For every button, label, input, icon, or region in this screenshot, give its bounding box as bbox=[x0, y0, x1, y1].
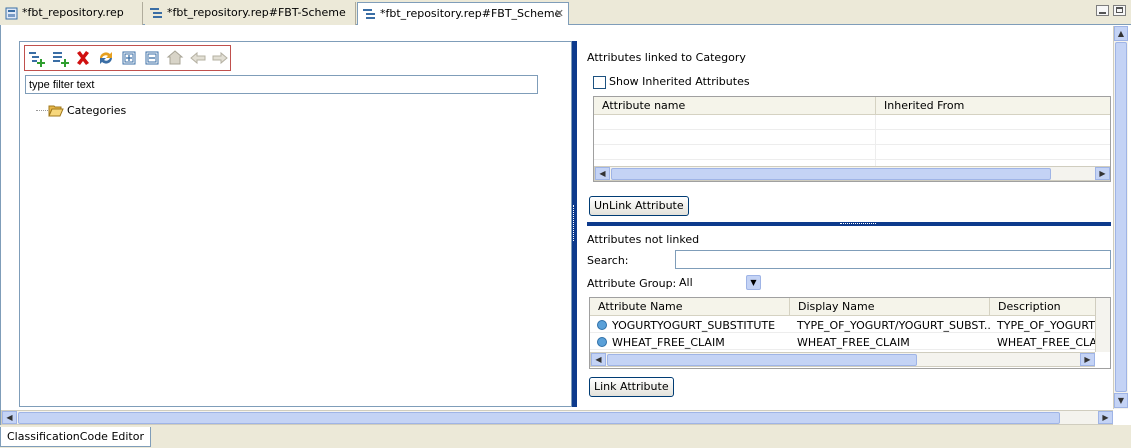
column-header-display-name[interactable]: Display Name bbox=[790, 298, 990, 316]
link-attribute-button[interactable]: Link Attribute bbox=[589, 377, 674, 397]
show-inherited-checkbox[interactable] bbox=[593, 76, 606, 89]
column-header-description[interactable]: Description bbox=[990, 298, 1110, 316]
cell-display-name: WHEAT_FREE_CLAIM bbox=[797, 336, 910, 349]
editor-vscroll[interactable]: ▲ ▼ bbox=[1113, 26, 1128, 409]
linked-title: Attributes linked to Category bbox=[587, 51, 746, 64]
scroll-left-icon[interactable]: ◀ bbox=[595, 167, 610, 180]
table-row[interactable]: YOGURTYOGURT_SUBSTITUTE TYPE_OF_YOGURT/Y… bbox=[590, 318, 1110, 333]
tab-fbt-repository[interactable]: *fbt_repository.rep bbox=[0, 2, 143, 25]
minimize-icon bbox=[1099, 12, 1106, 14]
table-row bbox=[594, 145, 1110, 160]
add-sibling-icon[interactable] bbox=[51, 49, 69, 67]
cell-attribute-name: WHEAT_FREE_CLAIM bbox=[612, 336, 725, 349]
linked-table-hscroll[interactable]: ◀ ▶ bbox=[594, 166, 1110, 181]
cell-display-name: TYPE_OF_YOGURT/YOGURT_SUBST... bbox=[797, 319, 990, 332]
scroll-left-icon[interactable]: ◀ bbox=[591, 353, 606, 366]
table-row[interactable]: WHEAT_FREE_CLAIM WHEAT_FREE_CLAIM WHEAT_… bbox=[590, 335, 1110, 350]
scroll-left-icon[interactable]: ◀ bbox=[2, 411, 17, 424]
splitter-grip bbox=[840, 223, 876, 224]
scroll-thumb[interactable] bbox=[607, 354, 917, 366]
search-label: Search: bbox=[587, 254, 629, 267]
tab-label: *fbt_repository.rep bbox=[22, 6, 124, 19]
expand-all-icon[interactable] bbox=[120, 49, 138, 67]
scroll-thumb[interactable] bbox=[611, 168, 1051, 180]
add-child-icon[interactable] bbox=[27, 49, 45, 67]
scroll-down-icon[interactable]: ▼ bbox=[1114, 393, 1128, 408]
repository-icon bbox=[5, 7, 18, 20]
scroll-thumb[interactable] bbox=[1115, 42, 1127, 392]
attribute-group-value: All bbox=[679, 276, 693, 289]
table-row bbox=[594, 130, 1110, 145]
scheme-icon bbox=[363, 9, 375, 19]
scroll-thumb[interactable] bbox=[18, 412, 1060, 424]
scheme-icon bbox=[150, 8, 162, 18]
attribute-group-select[interactable]: All ▼ bbox=[675, 273, 763, 292]
show-inherited-label: Show Inherited Attributes bbox=[609, 75, 750, 88]
collapse-all-icon[interactable] bbox=[143, 49, 161, 67]
scroll-up-icon[interactable]: ▲ bbox=[1114, 26, 1128, 41]
linked-attributes-table: Attribute name Inherited From ◀ ▶ bbox=[593, 96, 1111, 182]
tab-fbt-scheme-dash[interactable]: *fbt_repository.rep#FBT-Scheme bbox=[145, 2, 356, 25]
notlinked-table-hscroll[interactable]: ◀ ▶ bbox=[590, 352, 1095, 367]
editor-bottom-bar bbox=[0, 426, 1131, 448]
column-header-inherited-from[interactable]: Inherited From bbox=[876, 97, 1110, 115]
classification-editor-tab[interactable]: ClassificationCode Editor bbox=[0, 427, 151, 447]
search-input[interactable] bbox=[675, 250, 1111, 269]
notlinked-title: Attributes not linked bbox=[587, 233, 700, 246]
editor-hscroll[interactable]: ◀ ▶ bbox=[1, 410, 1113, 425]
notlinked-table-vscroll[interactable] bbox=[1095, 298, 1110, 352]
notlinked-attributes-table: Attribute Name Display Name Description … bbox=[589, 297, 1111, 369]
scroll-right-icon[interactable]: ▶ bbox=[1080, 353, 1095, 366]
scroll-right-icon[interactable]: ▶ bbox=[1098, 411, 1113, 424]
delete-icon[interactable] bbox=[74, 49, 92, 67]
refresh-icon[interactable] bbox=[97, 49, 115, 67]
cell-attribute-name: YOGURTYOGURT_SUBSTITUTE bbox=[612, 319, 776, 332]
cell-description: TYPE_OF_YOGURT/YO bbox=[997, 319, 1108, 332]
chevron-down-icon[interactable]: ▼ bbox=[746, 275, 761, 290]
tab-label: *fbt_repository.rep#FBT_Scheme bbox=[380, 7, 562, 20]
filter-input[interactable] bbox=[25, 75, 538, 94]
tree-node-categories[interactable]: Categories bbox=[67, 104, 126, 117]
column-header-attribute-name[interactable]: Attribute name bbox=[594, 97, 876, 115]
close-icon[interactable]: ✕ bbox=[555, 7, 564, 20]
splitter-grip bbox=[573, 205, 576, 241]
column-header-attribute-name[interactable]: Attribute Name bbox=[590, 298, 790, 316]
column-divider bbox=[875, 115, 876, 166]
scroll-right-icon[interactable]: ▶ bbox=[1095, 167, 1110, 180]
tab-label: *fbt_repository.rep#FBT-Scheme bbox=[167, 6, 346, 19]
folder-open-icon bbox=[48, 105, 64, 117]
tab-fbt-scheme-underscore[interactable]: *fbt_repository.rep#FBT_Scheme ✕ bbox=[357, 2, 569, 26]
table-row bbox=[594, 115, 1110, 130]
attribute-group-label: Attribute Group: bbox=[587, 277, 677, 290]
back-icon[interactable] bbox=[189, 49, 207, 67]
home-icon[interactable] bbox=[166, 49, 184, 67]
tree-connector bbox=[36, 110, 48, 111]
minimize-button[interactable] bbox=[1096, 5, 1109, 16]
maximize-button[interactable] bbox=[1113, 5, 1126, 16]
attribute-icon bbox=[597, 320, 607, 330]
unlink-attribute-button[interactable]: UnLink Attribute bbox=[589, 196, 689, 216]
maximize-icon bbox=[1116, 7, 1123, 13]
category-tree-pane bbox=[19, 41, 572, 407]
cell-description: WHEAT_FREE_CLAIM bbox=[997, 336, 1102, 349]
attribute-icon bbox=[597, 337, 607, 347]
forward-icon[interactable] bbox=[211, 49, 229, 67]
